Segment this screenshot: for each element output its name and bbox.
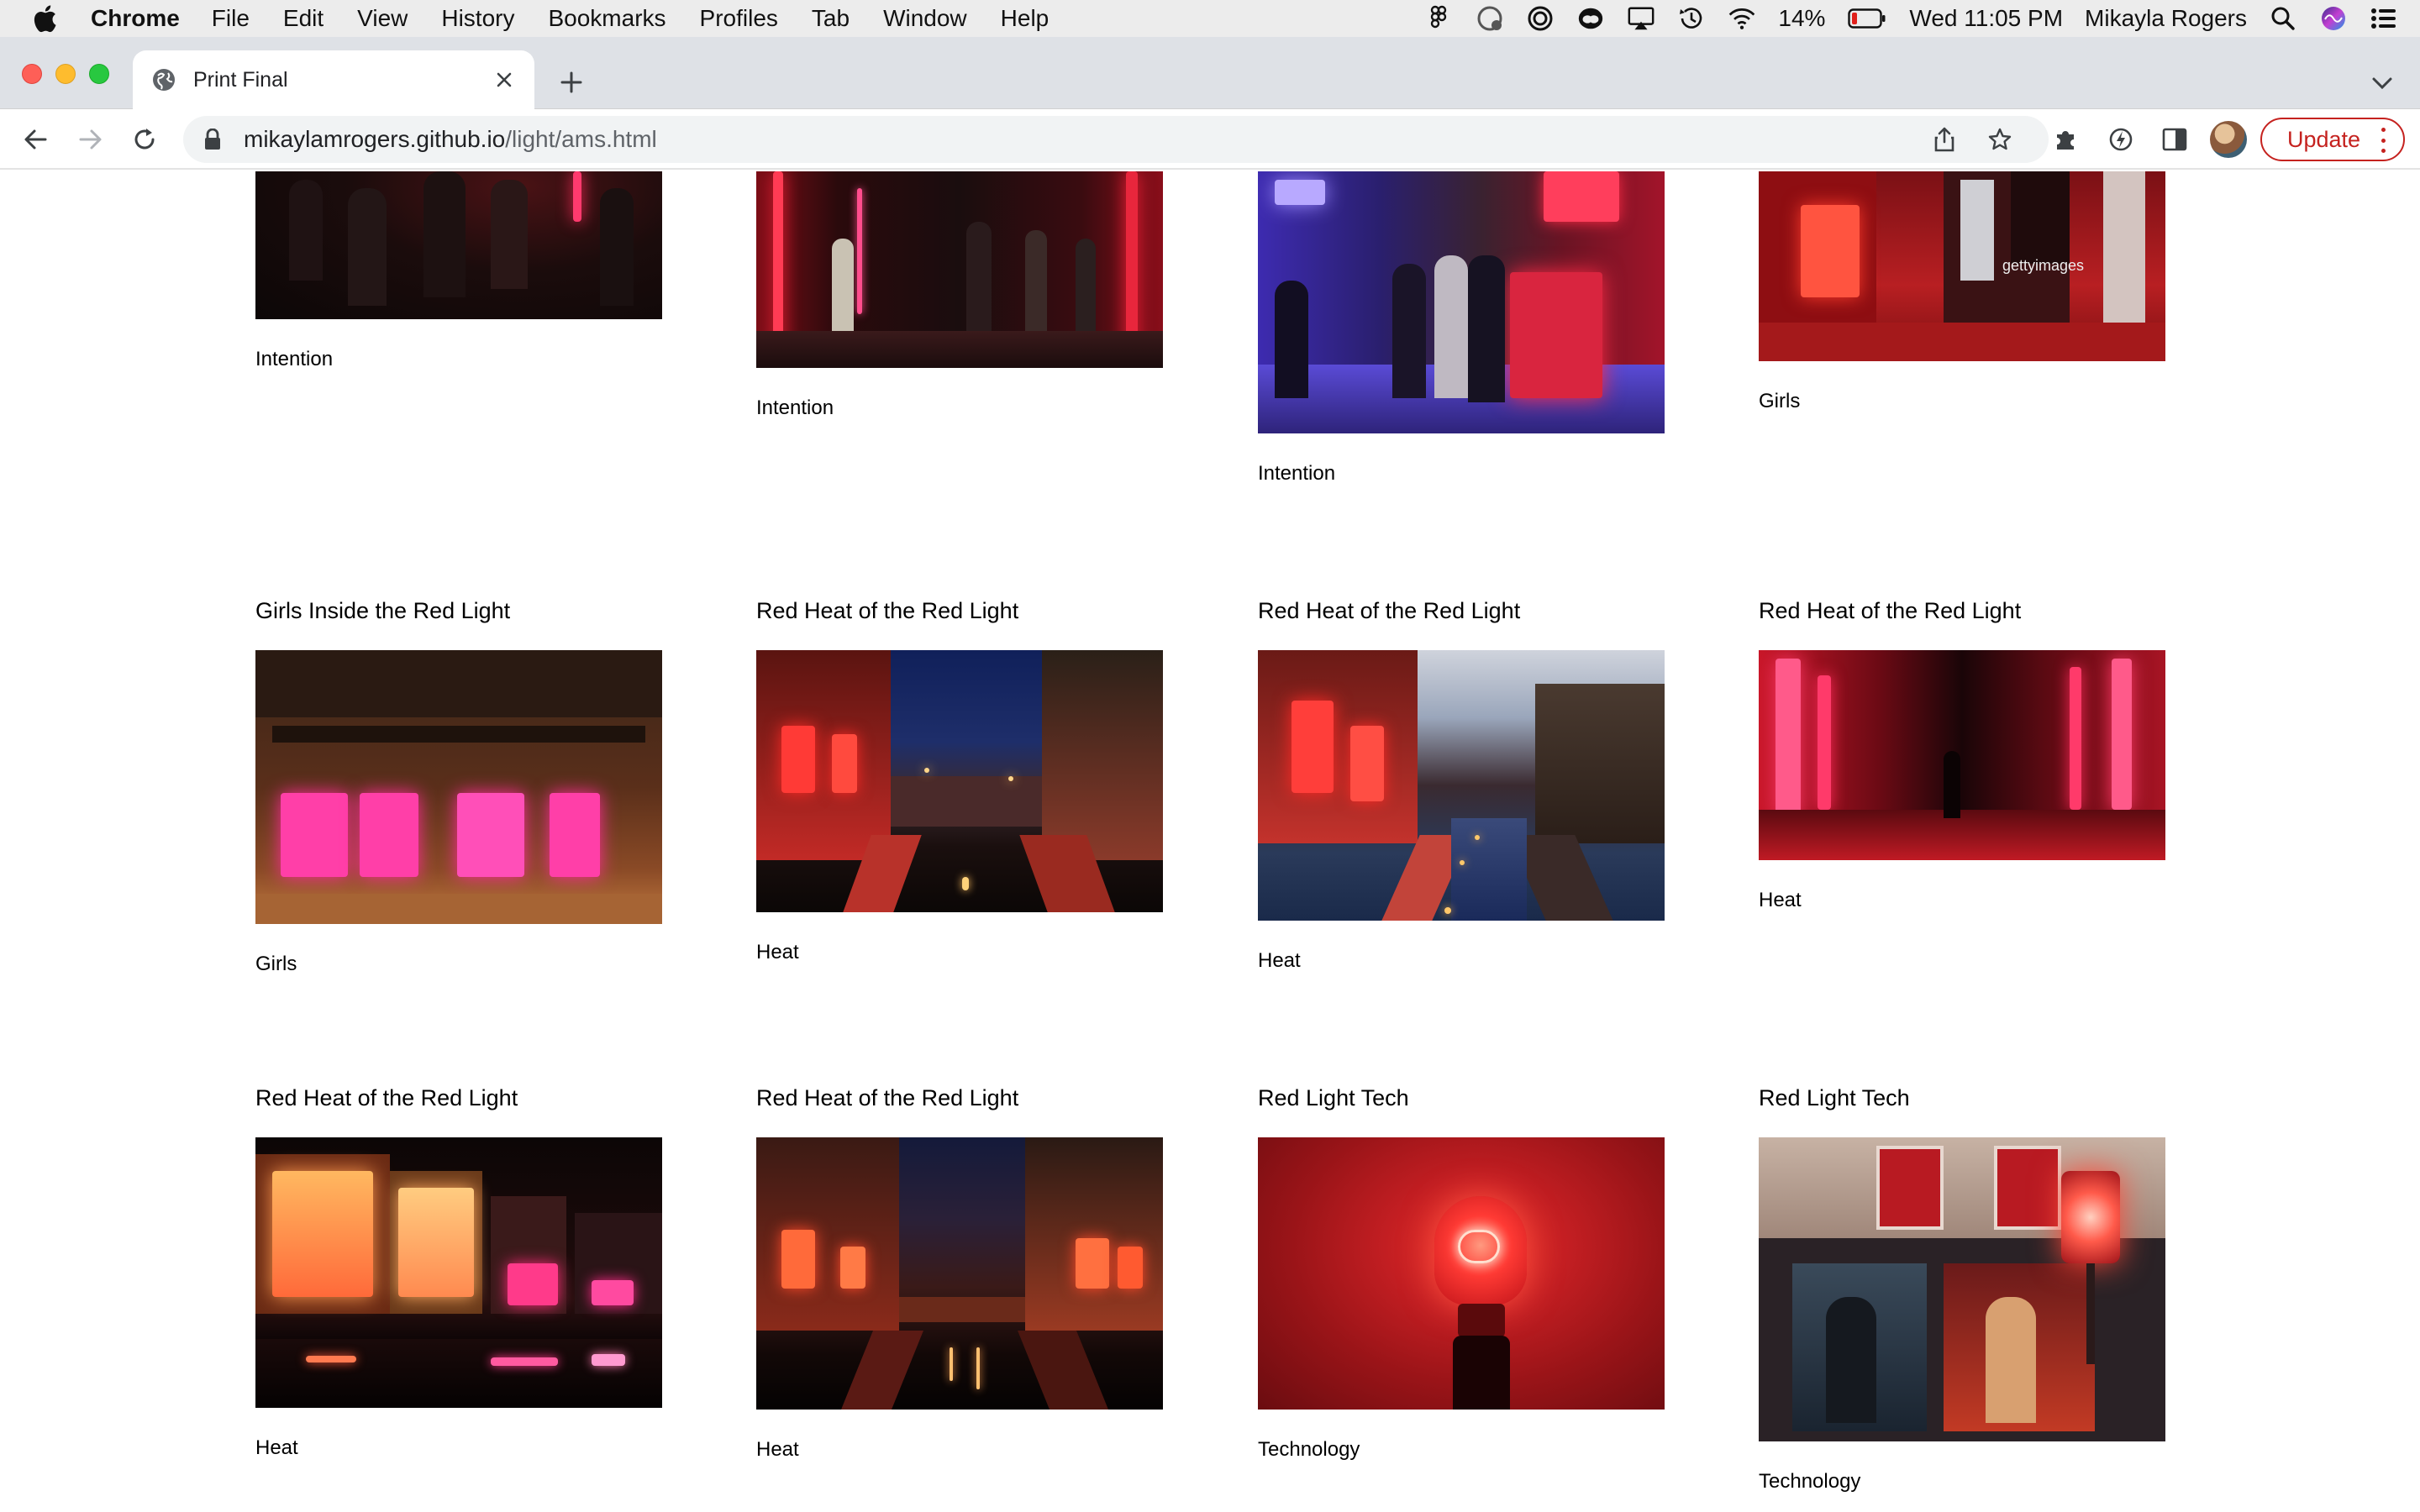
kebab-menu-icon[interactable] (2375, 128, 2391, 153)
gallery-heading: Red Heat of the Red Light (255, 1085, 518, 1110)
menubar-app-name[interactable]: Chrome (91, 5, 180, 32)
update-button-label: Update (2287, 126, 2361, 152)
gallery-caption: Heat (1759, 889, 1802, 911)
gallery-caption: Heat (756, 1438, 799, 1461)
close-window-button[interactable] (22, 64, 42, 84)
gallery-photo[interactable] (255, 171, 662, 319)
battery-icon[interactable] (1847, 4, 1887, 33)
window-controls (22, 64, 109, 84)
menu-bookmarks[interactable]: Bookmarks (548, 5, 666, 32)
gallery-caption: Intention (1258, 462, 1336, 485)
gallery-photo[interactable] (1258, 650, 1665, 921)
wifi-icon[interactable] (1728, 4, 1756, 33)
menu-history[interactable]: History (441, 5, 514, 32)
globe-icon (151, 67, 176, 92)
gallery-heading: Red Light Tech (1258, 1085, 1409, 1110)
update-button[interactable]: Update (2260, 118, 2405, 161)
menu-window[interactable]: Window (883, 5, 967, 32)
page-viewport[interactable]: Intention Intention Intention gettyimage… (0, 171, 2420, 1512)
gallery-heading: Red Heat of the Red Light (1258, 598, 1521, 623)
address-bar[interactable]: mikaylamrogers.github.io/light/ams.html (183, 116, 2049, 163)
tab-search-chevron-down-icon[interactable] (2368, 69, 2396, 97)
url-text[interactable]: mikaylamrogers.github.io/light/ams.html (244, 126, 657, 153)
bookmark-star-icon[interactable] (1985, 124, 2015, 155)
menu-view[interactable]: View (357, 5, 408, 32)
gallery-photo[interactable] (1258, 1137, 1665, 1410)
menubar-user[interactable]: Mikayla Rogers (2085, 5, 2247, 32)
back-arrow-icon[interactable] (17, 121, 54, 158)
gallery-caption: Technology (1759, 1470, 1861, 1493)
menu-file[interactable]: File (212, 5, 250, 32)
menu-tab[interactable]: Tab (812, 5, 850, 32)
battery-percent: 14% (1778, 5, 1826, 31)
figma-icon[interactable] (1425, 4, 1454, 33)
gallery-heading: Red Heat of the Red Light (756, 1085, 1019, 1110)
creative-cloud-icon[interactable] (1526, 4, 1555, 33)
url-host: mikaylamrogers.github.io (244, 126, 506, 152)
gallery-caption: Girls (255, 953, 297, 975)
fullscreen-window-button[interactable] (89, 64, 109, 84)
close-tab-icon[interactable] (492, 68, 516, 92)
menubar-status-area: 14% Wed 11:05 PM Mikayla Rogers (1425, 0, 2398, 37)
gallery-photo[interactable] (756, 1137, 1163, 1410)
control-center-icon[interactable] (2370, 4, 2398, 33)
url-path: /light/ams.html (505, 126, 657, 152)
gallery-caption: Intention (756, 396, 834, 419)
menu-profiles[interactable]: Profiles (700, 5, 778, 32)
gallery-photo[interactable] (756, 650, 1163, 912)
minimize-window-button[interactable] (55, 64, 76, 84)
gallery-heading: Red Heat of the Red Light (1759, 598, 2022, 623)
gallery-heading: Girls Inside the Red Light (255, 598, 511, 623)
airplay-icon[interactable] (1627, 4, 1655, 33)
extensions-puzzle-icon[interactable] (2049, 123, 2082, 156)
gallery-photo[interactable] (255, 650, 662, 924)
tab-print-final[interactable]: Print Final (133, 50, 534, 109)
share-icon[interactable] (1929, 124, 1960, 155)
gallery-photo[interactable] (255, 1137, 662, 1408)
side-panel-icon[interactable] (2158, 123, 2191, 156)
lock-icon[interactable] (203, 129, 225, 150)
reload-icon[interactable] (126, 121, 163, 158)
spotlight-search-icon[interactable] (2269, 4, 2297, 33)
menu-help[interactable]: Help (1001, 5, 1050, 32)
gallery-photo[interactable] (1258, 171, 1665, 433)
time-machine-icon[interactable] (1677, 4, 1706, 33)
gallery-caption: Heat (1258, 949, 1301, 972)
tab-title: Print Final (193, 67, 288, 92)
adobe-cloud-icon[interactable] (1576, 4, 1605, 33)
apple-icon[interactable] (32, 4, 66, 33)
performance-speed-icon[interactable] (2104, 123, 2138, 156)
browser-tabstrip: Print Final (0, 37, 2420, 109)
gallery-caption: Heat (756, 941, 799, 963)
gallery-caption: Girls (1759, 390, 1801, 412)
gallery-photo[interactable]: gettyimages (1759, 171, 2165, 361)
getty-watermark: gettyimages (2002, 257, 2085, 274)
gallery-photo[interactable] (1759, 1137, 2165, 1441)
forward-arrow-icon[interactable] (72, 121, 109, 158)
grammarly-icon[interactable] (1476, 4, 1504, 33)
new-tab-plus-icon[interactable] (555, 66, 588, 99)
profile-avatar[interactable] (2210, 121, 2247, 158)
gallery-photo[interactable] (756, 171, 1163, 368)
menubar-clock[interactable]: Wed 11:05 PM (1909, 5, 2063, 32)
gallery-photo[interactable] (1759, 650, 2165, 860)
gallery-heading: Red Heat of the Red Light (756, 598, 1019, 623)
gallery-heading: Red Light Tech (1759, 1085, 1910, 1110)
browser-toolbar: mikaylamrogers.github.io/light/ams.html … (0, 109, 2420, 170)
menu-edit[interactable]: Edit (283, 5, 324, 32)
macos-menubar: Chrome File Edit View History Bookmarks … (0, 0, 2420, 37)
gallery-caption: Technology (1258, 1438, 1360, 1461)
siri-icon[interactable] (2319, 4, 2348, 33)
gallery-caption: Heat (255, 1436, 298, 1459)
gallery-caption: Intention (255, 348, 334, 370)
